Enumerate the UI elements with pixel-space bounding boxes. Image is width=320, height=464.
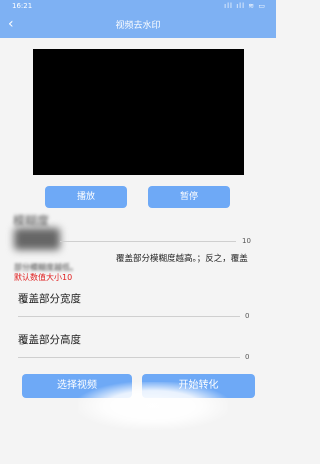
default-value-hint: 默认数值大小10 — [14, 273, 73, 282]
play-button[interactable]: 播放 — [45, 186, 127, 208]
blur-description: 覆盖部分模糊度越高。；反之，覆盖 — [116, 254, 248, 264]
blur-overlay — [14, 228, 60, 250]
status-bar: 16:21 ıll ıll ≋ ▭ — [0, 0, 276, 12]
height-label: 覆盖部分高度 — [18, 334, 81, 346]
height-slider-track[interactable] — [18, 357, 240, 358]
glare-overlay — [78, 382, 228, 430]
page-title: 视频去水印 — [115, 21, 161, 31]
width-label: 覆盖部分宽度 — [18, 293, 81, 305]
status-icons: ıll ıll ≋ ▭ — [224, 2, 266, 10]
width-slider-track[interactable] — [18, 316, 240, 317]
blur-slider-value: 10 — [242, 237, 251, 245]
pause-button[interactable]: 暂停 — [148, 186, 230, 208]
width-slider-value: 0 — [245, 312, 250, 320]
blur-slider-track[interactable] — [60, 241, 236, 242]
blur-degree-title: 模糊度 — [13, 214, 50, 228]
title-bar: ‹ 视频去水印 — [0, 12, 276, 38]
video-preview[interactable] — [33, 49, 244, 175]
status-time: 16:21 — [12, 2, 33, 10]
height-slider-value: 0 — [245, 353, 250, 361]
